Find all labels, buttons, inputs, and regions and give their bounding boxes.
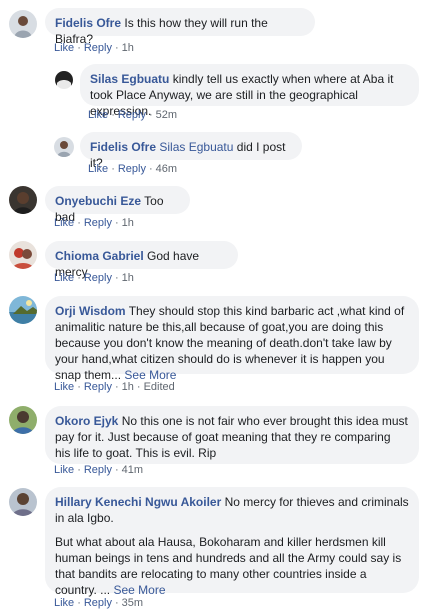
reply-link[interactable]: Reply [84, 381, 112, 393]
avatar[interactable] [9, 10, 37, 38]
avatar[interactable] [54, 137, 74, 157]
avatar[interactable] [9, 406, 37, 434]
timestamp[interactable]: 1h [122, 272, 134, 284]
avatar[interactable] [9, 296, 37, 324]
reply-link[interactable]: Reply [84, 272, 112, 284]
comment-author[interactable]: Okoro Ejyk [55, 414, 118, 428]
comment-actions: Like · Reply · 52m [88, 109, 178, 121]
comment-author[interactable]: Hillary Kenechi Ngwu Akoiler [55, 495, 221, 509]
timestamp[interactable]: 35m [122, 597, 143, 609]
comment-paragraph: Hillary Kenechi Ngwu Akoiler No mercy fo… [55, 494, 409, 526]
avatar[interactable] [9, 241, 37, 269]
comment-actions: Like · Reply · 41m [54, 464, 144, 476]
comment-text: But what about ala Hausa, Bokoharam and … [55, 535, 402, 597]
timestamp[interactable]: 1h [122, 381, 134, 393]
comment-bubble: Fidelis Ofre Is this how they will run t… [45, 8, 315, 46]
reply-link[interactable]: Reply [118, 109, 146, 121]
comment-bubble: Orji Wisdom They should stop this kind b… [45, 296, 419, 382]
like-link[interactable]: Like [88, 109, 108, 121]
reply-link[interactable]: Reply [84, 464, 112, 476]
comment-author[interactable]: Chioma Gabriel [55, 249, 144, 263]
comment-actions: Like · Reply · 1h [54, 217, 134, 229]
edited-label[interactable]: Edited [144, 381, 175, 393]
see-more-link[interactable]: See More [113, 583, 165, 597]
comment-author[interactable]: Silas Egbuatu [90, 72, 169, 86]
comment-actions: Like · Reply · 35m [54, 597, 144, 609]
comment-paragraph: But what about ala Hausa, Bokoharam and … [55, 534, 409, 598]
comment-bubble: Chioma Gabriel God have mercy [45, 241, 238, 279]
reply-link[interactable]: Reply [84, 217, 112, 229]
like-link[interactable]: Like [54, 272, 74, 284]
comment-actions: Like · Reply · 1h [54, 42, 134, 54]
like-link[interactable]: Like [88, 163, 108, 175]
timestamp[interactable]: 1h [122, 42, 134, 54]
timestamp[interactable]: 1h [122, 217, 134, 229]
comment-author[interactable]: Fidelis Ofre [90, 140, 156, 154]
timestamp[interactable]: 41m [122, 464, 143, 476]
timestamp[interactable]: 52m [156, 109, 177, 121]
comment-author[interactable]: Onyebuchi Eze [55, 194, 141, 208]
avatar[interactable] [54, 70, 74, 90]
reply-link[interactable]: Reply [118, 163, 146, 175]
comment-actions: Like · Reply · 46m [88, 163, 178, 175]
like-link[interactable]: Like [54, 217, 74, 229]
comment-bubble: Fidelis Ofre Silas Egbuatu did I post it… [80, 132, 302, 170]
comment-actions: Like · Reply · 1h [54, 272, 134, 284]
comment-bubble: Okoro Ejyk No this one is not fair who e… [45, 406, 419, 464]
timestamp[interactable]: 46m [156, 163, 177, 175]
comment-bubble: Hillary Kenechi Ngwu Akoiler No mercy fo… [45, 487, 419, 597]
like-link[interactable]: Like [54, 381, 74, 393]
reply-link[interactable]: Reply [84, 597, 112, 609]
mention-link[interactable]: Silas Egbuatu [159, 140, 233, 154]
like-link[interactable]: Like [54, 464, 74, 476]
like-link[interactable]: Like [54, 597, 74, 609]
avatar[interactable] [9, 488, 37, 516]
comment-author[interactable]: Fidelis Ofre [55, 16, 121, 30]
comment-actions: Like · Reply · 1h · Edited [54, 381, 175, 393]
comment-bubble: Silas Egbuatu kindly tell us exactly whe… [80, 64, 419, 118]
comment-author[interactable]: Orji Wisdom [55, 304, 126, 318]
avatar[interactable] [9, 186, 37, 214]
reply-link[interactable]: Reply [84, 42, 112, 54]
like-link[interactable]: Like [54, 42, 74, 54]
comment-bubble: Onyebuchi Eze Too bad [45, 186, 190, 224]
